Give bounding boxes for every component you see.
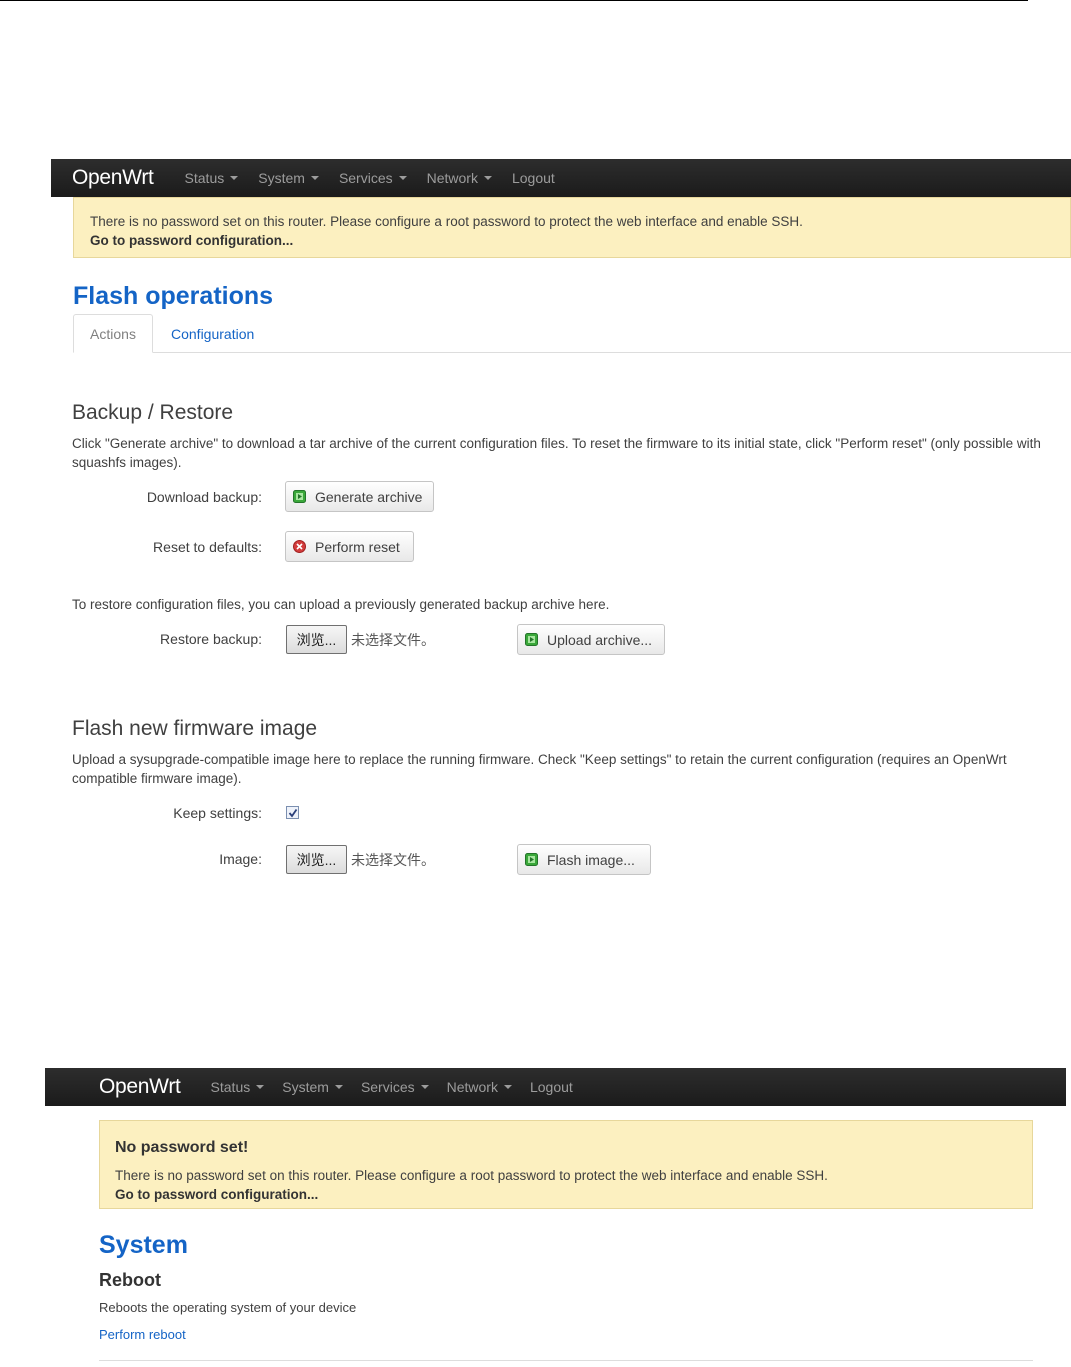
- tab-actions[interactable]: Actions: [73, 314, 153, 353]
- nav-logout[interactable]: Logout: [530, 1079, 573, 1095]
- navbar-2: OpenWrt Status System Services Network L…: [45, 1068, 1066, 1106]
- apply-icon: [525, 633, 538, 646]
- checkmark-icon: [288, 808, 297, 817]
- reboot-title: Reboot: [99, 1270, 161, 1290]
- caret-down-icon: [503, 1085, 512, 1089]
- caret-down-icon: [310, 176, 319, 180]
- caret-down-icon: [420, 1085, 429, 1089]
- perform-reboot-link[interactable]: Perform reboot: [99, 1327, 186, 1342]
- backup-description: Click "Generate archive" to download a t…: [72, 436, 1041, 470]
- nav-logout-label: Logout: [511, 170, 555, 186]
- nav-status[interactable]: Status: [185, 170, 239, 186]
- restore-description: To restore configuration files, you can …: [72, 597, 610, 612]
- page-title-2: System: [99, 1231, 188, 1259]
- nav-services-label: Services: [360, 1079, 415, 1095]
- password-config-link[interactable]: Go to password configuration...: [90, 231, 1054, 250]
- tab-configuration[interactable]: Configuration: [171, 326, 254, 342]
- generate-archive-label: Generate archive: [315, 488, 423, 505]
- nav-services[interactable]: Services: [339, 170, 407, 186]
- keep-settings-label: Keep settings:: [173, 805, 262, 821]
- perform-reset-button[interactable]: Perform reset: [285, 531, 414, 562]
- brand-logo[interactable]: OpenWrt: [99, 1075, 181, 1099]
- upload-archive-button[interactable]: Upload archive...: [517, 624, 665, 655]
- download-backup-label: Download backup:: [146, 489, 262, 505]
- caret-down-icon: [483, 176, 492, 180]
- image-label: Image:: [219, 851, 262, 867]
- bottom-divider: [99, 1360, 1033, 1361]
- nav-network-label: Network: [426, 170, 478, 186]
- restore-backup-label: Restore backup:: [160, 631, 262, 647]
- alert-text: There is no password set on this router.…: [115, 1168, 828, 1183]
- no-password-alert-2: No password set! There is no password se…: [99, 1120, 1033, 1209]
- caret-down-icon: [334, 1085, 343, 1089]
- flash-firmware-title: Flash new firmware image: [72, 717, 318, 740]
- upload-archive-label: Upload archive...: [547, 631, 653, 648]
- restore-browse-button[interactable]: 浏览...: [286, 625, 347, 654]
- password-config-link[interactable]: Go to password configuration...: [115, 1185, 1017, 1204]
- caret-down-icon: [256, 1085, 265, 1089]
- nav-status[interactable]: Status: [211, 1079, 265, 1095]
- tabs-divider: [73, 352, 1071, 353]
- apply-icon: [293, 490, 306, 503]
- caret-down-icon: [230, 176, 239, 180]
- nav-system[interactable]: System: [258, 170, 319, 186]
- reset-defaults-label: Reset to defaults:: [153, 539, 262, 555]
- nav-menu: Status System Services Network Logout: [211, 1079, 591, 1095]
- alert-title: No password set!: [115, 1139, 249, 1156]
- image-browse-button[interactable]: 浏览...: [286, 845, 347, 874]
- page-title: Flash operations: [73, 282, 274, 310]
- nav-network-label: Network: [446, 1079, 498, 1095]
- nav-menu: Status System Services Network Logout: [185, 170, 575, 186]
- generate-archive-button[interactable]: Generate archive: [285, 481, 434, 512]
- backup-restore-title: Backup / Restore: [72, 401, 234, 424]
- reset-icon: [293, 540, 306, 553]
- brand-logo[interactable]: OpenWrt: [72, 166, 154, 190]
- image-no-file-text: 未选择文件。: [351, 852, 435, 868]
- caret-down-icon: [398, 176, 407, 180]
- nav-status-label: Status: [184, 170, 225, 186]
- apply-icon: [525, 853, 538, 866]
- nav-status-label: Status: [210, 1079, 251, 1095]
- flash-image-label: Flash image...: [547, 851, 635, 868]
- nav-network[interactable]: Network: [427, 170, 492, 186]
- nav-network[interactable]: Network: [447, 1079, 512, 1095]
- flash-description: Upload a sysupgrade-compatible image her…: [72, 752, 1007, 786]
- perform-reset-label: Perform reset: [315, 538, 400, 555]
- nav-services[interactable]: Services: [361, 1079, 429, 1095]
- nav-system[interactable]: System: [282, 1079, 343, 1095]
- top-divider: [0, 0, 1028, 1]
- no-password-alert: There is no password set on this router.…: [73, 197, 1071, 258]
- flash-image-button[interactable]: Flash image...: [517, 844, 651, 875]
- navbar: OpenWrt Status System Services Network L…: [51, 159, 1071, 197]
- nav-system-label: System: [258, 170, 305, 186]
- nav-logout-label: Logout: [529, 1079, 573, 1095]
- alert-text: There is no password set on this router.…: [90, 214, 803, 229]
- nav-services-label: Services: [338, 170, 393, 186]
- restore-no-file-text: 未选择文件。: [351, 632, 435, 648]
- nav-system-label: System: [282, 1079, 329, 1095]
- keep-settings-checkbox[interactable]: [286, 806, 299, 819]
- reboot-description: Reboots the operating system of your dev…: [99, 1300, 357, 1315]
- nav-logout[interactable]: Logout: [512, 170, 555, 186]
